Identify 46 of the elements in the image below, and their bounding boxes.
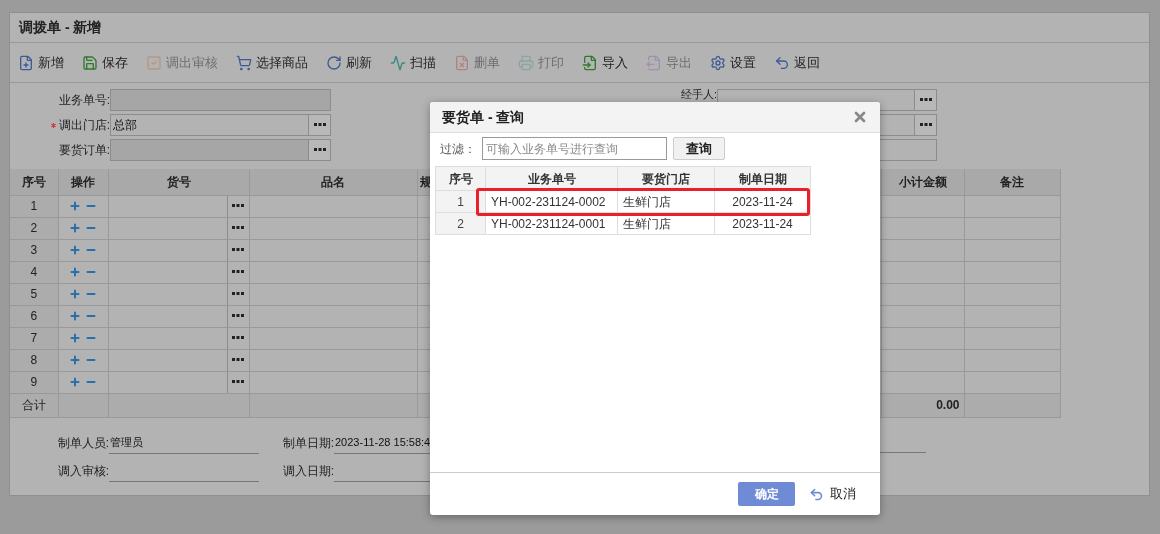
field-label: 业务单号: <box>58 92 110 109</box>
underline-field[interactable]: 管理员 <box>109 431 259 454</box>
row-number: 5 <box>10 283 58 305</box>
toolbar-button[interactable]: 保存 <box>82 52 128 73</box>
field-label: 调入审核: <box>56 462 109 480</box>
toolbar-button[interactable]: 新增 <box>18 52 64 73</box>
toolbar-button[interactable]: 导入 <box>582 52 628 73</box>
dialog-title: 要货单 - 查询 <box>442 107 525 127</box>
toolbar-button[interactable]: 扫描 <box>390 52 436 73</box>
row-number: 4 <box>10 261 58 283</box>
subtotal-amount: 0.00 <box>881 393 964 417</box>
column-header: 序号 <box>435 166 486 191</box>
cancel-button[interactable]: 取消 <box>809 484 856 504</box>
column-header: 要货门店 <box>617 166 715 191</box>
filter-label: 过滤： <box>440 140 476 158</box>
field-label: 要货订单: <box>58 142 110 159</box>
column-header: 备注 <box>964 169 1060 195</box>
toolbar-button[interactable]: 刷新 <box>326 52 372 73</box>
input-field[interactable]: 总部 <box>110 114 331 136</box>
row-number: 1 <box>10 195 58 217</box>
row-number: 7 <box>10 327 58 349</box>
toolbar-button[interactable]: 选择商品 <box>236 52 308 73</box>
table-cell: 2023-11-24 <box>714 212 811 235</box>
query-button[interactable]: 查询 <box>673 137 725 160</box>
column-header: 操作 <box>58 169 108 195</box>
window-title: 调拨单 - 新增 <box>19 18 102 37</box>
total-label: 合计 <box>10 393 58 417</box>
filter-input[interactable]: 可输入业务单号进行查询 <box>482 137 667 160</box>
field-label: 制单日期: <box>281 434 334 452</box>
column-header: 品名 <box>249 169 417 195</box>
row-number: 8 <box>10 349 58 371</box>
row-number: 3 <box>10 239 58 261</box>
field-label: 经手人: <box>680 89 717 100</box>
row-number: 6 <box>10 305 58 327</box>
column-header: 小计金额 <box>881 169 964 195</box>
toolbar-button[interactable]: 返回 <box>774 52 820 73</box>
field-label: 调出门店: <box>58 117 110 134</box>
column-header: 序号 <box>10 169 58 195</box>
row-number: 2 <box>10 217 58 239</box>
column-header: 货号 <box>108 169 249 195</box>
field-label: 制单人员: <box>56 434 109 452</box>
column-header: 制单日期 <box>714 166 811 191</box>
field-label: 调入日期: <box>281 462 334 480</box>
toolbar-button[interactable]: 设置 <box>710 52 756 73</box>
column-header: 业务单号 <box>485 166 618 191</box>
row-number: 9 <box>10 371 58 393</box>
